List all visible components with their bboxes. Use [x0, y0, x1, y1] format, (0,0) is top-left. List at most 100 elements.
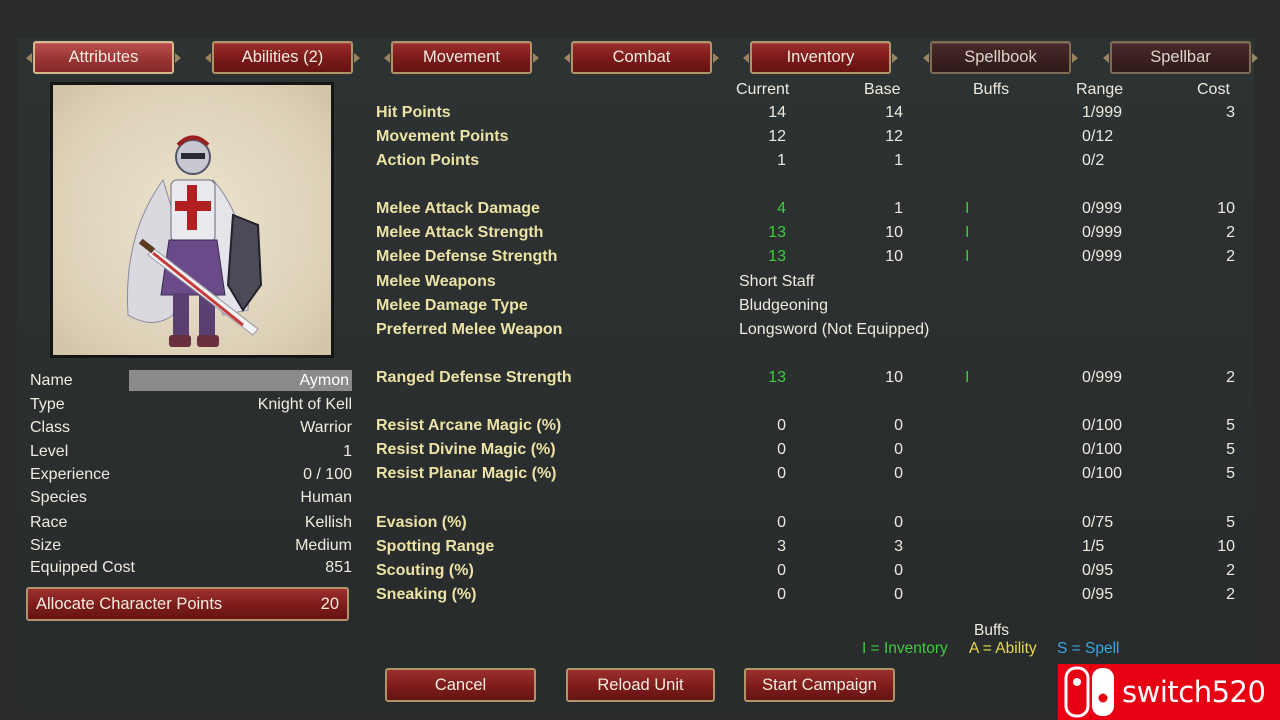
stat-label-melee-defense-strength: Melee Defense Strength: [376, 248, 558, 265]
stat-base-sneaking: 0: [894, 586, 903, 603]
character-portrait: [50, 82, 334, 358]
stat-current-resist-planar: 0: [777, 465, 786, 482]
stat-label-scouting: Scouting (%): [376, 562, 474, 579]
stat-cost-melee-attack-strength: 2: [1226, 224, 1235, 241]
stat-base-spotting-range: 3: [894, 538, 903, 555]
stat-label-preferred-weapon: Preferred Melee Weapon: [376, 321, 563, 338]
tab-inventory[interactable]: Inventory: [750, 41, 891, 74]
stat-label-melee-attack-damage: Melee Attack Damage: [376, 200, 540, 217]
info-label: Type: [30, 396, 65, 413]
stat-label-sneaking: Sneaking (%): [376, 586, 477, 603]
stat-cost-spotting-range: 10: [1217, 538, 1235, 555]
stat-base-melee-attack-damage: 1: [894, 200, 903, 217]
stat-label-melee-attack-strength: Melee Attack Strength: [376, 224, 544, 241]
stat-label-hit-points: Hit Points: [376, 104, 451, 121]
stat-cost-melee-attack-damage: 10: [1217, 200, 1235, 217]
allocate-points-value: 20: [320, 594, 339, 613]
stat-current-evasion: 0: [777, 514, 786, 531]
stat-cost-resist-planar: 5: [1226, 465, 1235, 482]
stat-cost-melee-defense-strength: 2: [1226, 248, 1235, 265]
legend-ability: A = Ability: [969, 640, 1037, 657]
stat-label-resist-arcane: Resist Arcane Magic (%): [376, 417, 562, 434]
stat-base-ranged-defense-strength: 10: [885, 369, 903, 386]
stat-buff-ranged-defense-strength: I: [965, 369, 970, 386]
info-row-level: Level 1: [30, 441, 352, 463]
stat-current-scouting: 0: [777, 562, 786, 579]
info-value: 1: [343, 443, 352, 460]
stat-buff-melee-attack-strength: I: [965, 224, 970, 241]
col-header-buffs: Buffs: [973, 81, 1010, 98]
info-value: 0 / 100: [303, 466, 352, 483]
info-label: Name: [30, 372, 73, 389]
stat-range-hit-points: 1/999: [1082, 104, 1123, 121]
info-row-experience: Experience 0 / 100: [30, 464, 352, 486]
stat-current-ranged-defense-strength: 13: [768, 369, 786, 386]
stat-base-scouting: 0: [894, 562, 903, 579]
knight-portrait-image: [126, 135, 263, 347]
stat-current-melee-attack-strength: 13: [768, 224, 786, 241]
stat-range-evasion: 0/75: [1082, 514, 1114, 531]
tab-spellbook[interactable]: Spellbook: [930, 41, 1071, 74]
info-value: Warrior: [300, 419, 352, 436]
stat-cost-hit-points: 3: [1226, 104, 1235, 121]
stat-label-action-points: Action Points: [376, 152, 480, 169]
stat-cost-resist-arcane: 5: [1226, 417, 1235, 434]
stat-cost-resist-divine: 5: [1226, 441, 1235, 458]
stat-cost-evasion: 5: [1226, 514, 1235, 531]
stat-current-sneaking: 0: [777, 586, 786, 603]
stat-current-spotting-range: 3: [777, 538, 786, 555]
stat-buff-melee-defense-strength: I: [965, 248, 970, 265]
info-label: Experience: [30, 466, 111, 483]
info-value: Medium: [295, 537, 352, 554]
col-header-range: Range: [1076, 81, 1124, 98]
info-row-equipped-cost: Equipped Cost 851: [30, 557, 352, 579]
info-row-species: Species Human: [30, 487, 352, 509]
info-label: Race: [30, 514, 68, 531]
stat-label-evasion: Evasion (%): [376, 514, 467, 531]
info-label: Level: [30, 443, 69, 460]
stat-current-hit-points: 14: [768, 104, 786, 121]
tab-spellbar[interactable]: Spellbar: [1110, 41, 1251, 74]
stat-label-ranged-defense-strength: Ranged Defense Strength: [376, 369, 572, 386]
stat-base-evasion: 0: [894, 514, 903, 531]
legend-spell: S = Spell: [1057, 640, 1120, 657]
stat-value-melee-damage-type: Bludgeoning: [739, 297, 828, 314]
stat-range-melee-attack-strength: 0/999: [1082, 224, 1123, 241]
watermark-logo: switch520: [1058, 664, 1280, 720]
info-value: Human: [300, 489, 352, 506]
tab-attributes[interactable]: Attributes: [33, 41, 174, 74]
info-label: Class: [30, 419, 71, 436]
stat-base-action-points: 1: [894, 152, 903, 169]
info-row-size: Size Medium: [30, 535, 352, 557]
stat-range-resist-arcane: 0/100: [1082, 417, 1123, 434]
allocate-label: Allocate Character Points: [36, 594, 223, 613]
stat-current-resist-divine: 0: [777, 441, 786, 458]
stat-range-resist-divine: 0/100: [1082, 441, 1123, 458]
stat-base-movement-points: 12: [885, 128, 903, 145]
stat-base-resist-divine: 0: [894, 441, 903, 458]
stat-base-melee-defense-strength: 10: [885, 248, 903, 265]
stat-value-melee-weapons: Short Staff: [739, 273, 815, 290]
tab-combat[interactable]: Combat: [571, 41, 712, 74]
cancel-button[interactable]: Cancel: [385, 668, 536, 702]
stat-range-action-points: 0/2: [1082, 152, 1105, 169]
switch-logo-icon: [1062, 666, 1120, 718]
stat-cost-ranged-defense-strength: 2: [1226, 369, 1235, 386]
start-campaign-button[interactable]: Start Campaign: [744, 668, 895, 702]
reload-unit-button[interactable]: Reload Unit: [566, 668, 715, 702]
allocate-points-button[interactable]: Allocate Character Points 20: [26, 587, 349, 621]
tab-abilities[interactable]: Abilities (2): [212, 41, 353, 74]
stat-current-resist-arcane: 0: [777, 417, 786, 434]
tab-movement[interactable]: Movement: [391, 41, 532, 74]
stat-range-movement-points: 0/12: [1082, 128, 1114, 145]
stat-buff-melee-attack-damage: I: [965, 200, 970, 217]
stat-range-ranged-defense-strength: 0/999: [1082, 369, 1123, 386]
stat-current-movement-points: 12: [768, 128, 786, 145]
info-row-class: Class Warrior: [30, 417, 352, 439]
stat-current-melee-attack-damage: 4: [777, 200, 786, 217]
legend-inventory: I = Inventory: [862, 640, 948, 657]
stat-current-action-points: 1: [777, 152, 786, 169]
stat-base-melee-attack-strength: 10: [885, 224, 903, 241]
stat-cost-sneaking: 2: [1226, 586, 1235, 603]
col-header-base: Base: [864, 81, 901, 98]
